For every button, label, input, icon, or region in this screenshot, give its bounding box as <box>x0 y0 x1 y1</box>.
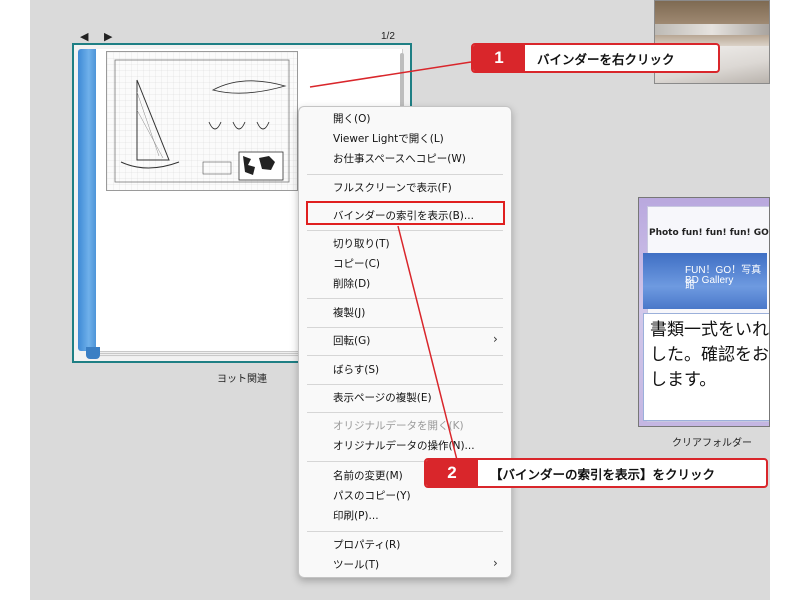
menu-item-open-original: オリジナルデータを開く(K) <box>333 420 464 432</box>
callout-step-2: 2 【バインダーの索引を表示】をクリック <box>424 458 768 488</box>
folder-banner-line-2: BD Gallery <box>685 275 734 286</box>
menu-separator <box>307 327 503 328</box>
menu-separator <box>307 384 503 385</box>
folder-label: クリアフォルダー <box>672 438 752 449</box>
menu-item-cut[interactable]: 切り取り(T) <box>333 237 390 251</box>
callout-1-text: バインダーを右クリック <box>537 51 675 67</box>
menu-item-delete[interactable]: 削除(D) <box>333 277 370 291</box>
menu-separator <box>307 531 503 532</box>
menu-item-duplicate-page[interactable]: 表示ページの複製(E) <box>333 391 432 405</box>
clear-folder[interactable]: Photo fun! fun! fun! GO! FUN！GO！写真館 BD G… <box>638 197 770 427</box>
menu-item-unbind[interactable]: ばらす(S) <box>333 363 379 377</box>
menu-item-tools[interactable]: ツール(T) <box>333 558 379 572</box>
binder-label: ヨット関連 <box>217 374 267 385</box>
folder-note: 書類一式をいれ した。確認をお願 します。 <box>643 313 769 421</box>
menu-item-copy-to-workspace[interactable]: お仕事スペースへコピー(W) <box>333 152 466 166</box>
binder-scrollbar[interactable] <box>400 53 404 113</box>
menu-item-open-viewer-light[interactable]: Viewer Lightで開く(L) <box>333 132 444 146</box>
menu-item-rotate[interactable]: 回転(G) <box>333 334 370 348</box>
callout-step-1: 1 バインダーを右クリック <box>471 43 720 73</box>
menu-item-rename[interactable]: 名前の変更(M) <box>333 469 403 483</box>
folder-site-title: Photo fun! fun! fun! GO! <box>649 228 770 238</box>
menu-item-original-data-operations[interactable]: オリジナルデータの操作(N)... <box>333 439 475 453</box>
highlight-box <box>306 201 505 225</box>
menu-item-print[interactable]: 印刷(P)... <box>333 509 379 523</box>
yacht-drawing-graphic <box>107 52 297 190</box>
context-menu: 開く(O) Viewer Lightで開く(L) お仕事スペースへコピー(W) … <box>298 106 512 578</box>
callout-2-number: 2 <box>426 460 478 486</box>
menu-item-copy[interactable]: コピー(C) <box>333 257 380 271</box>
menu-separator <box>307 230 503 231</box>
menu-item-fullscreen[interactable]: フルスクリーンで表示(F) <box>333 181 452 195</box>
menu-separator <box>307 298 503 299</box>
photo-water <box>655 23 769 36</box>
menu-separator <box>307 355 503 356</box>
menu-item-open[interactable]: 開く(O) <box>333 112 370 126</box>
menu-item-properties[interactable]: プロパティ(R) <box>333 538 400 552</box>
yacht-drawing-thumbnail <box>106 51 298 191</box>
menu-separator <box>307 412 503 413</box>
menu-item-duplicate[interactable]: 複製(J) <box>333 306 365 320</box>
callout-1-number: 1 <box>473 45 525 71</box>
submenu-arrow-icon: › <box>493 556 498 570</box>
menu-separator <box>307 174 503 175</box>
menu-item-copy-path[interactable]: パスのコピー(Y) <box>333 489 411 503</box>
submenu-arrow-icon: › <box>493 332 498 346</box>
binder-ring <box>86 347 100 359</box>
folder-banner: FUN！GO！写真館 BD Gallery <box>643 253 767 309</box>
binder-page-indicator: 1/2 <box>381 31 395 42</box>
binder-spine <box>78 49 96 351</box>
binder-page-nav-arrows[interactable]: ◀ ▶ <box>80 30 118 43</box>
callout-2-text: 【バインダーの索引を表示】をクリック <box>490 466 716 482</box>
